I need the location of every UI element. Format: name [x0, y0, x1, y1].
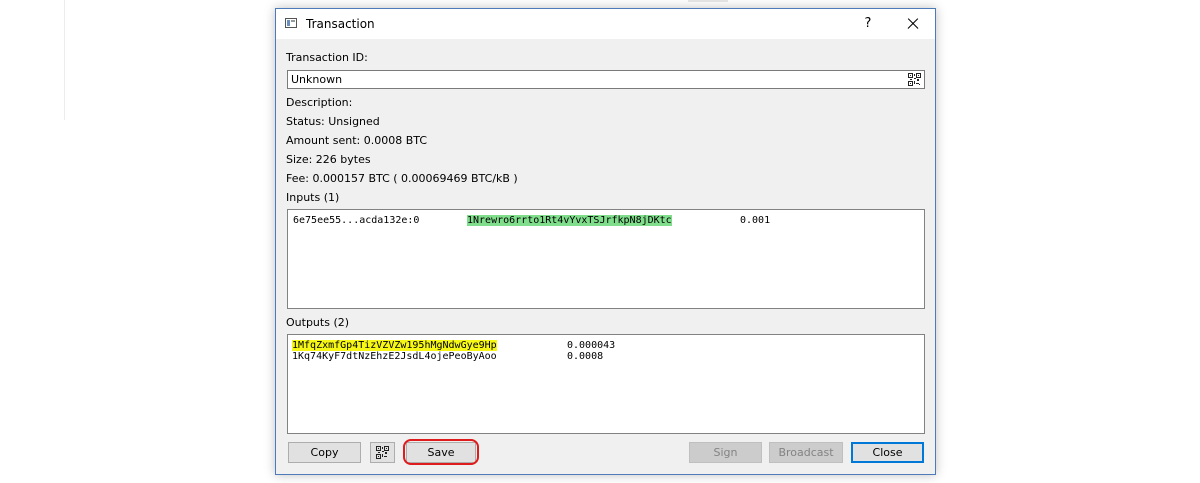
close-button[interactable]: Close	[851, 442, 924, 463]
fee-text: Fee: 0.000157 BTC ( 0.00069469 BTC/kB )	[286, 172, 518, 185]
title-bar[interactable]: Transaction ?	[276, 9, 935, 39]
status-text: Status: Unsigned	[286, 115, 380, 128]
copy-button[interactable]: Copy	[288, 442, 361, 463]
size-text: Size: 226 bytes	[286, 153, 371, 166]
sign-button[interactable]: Sign	[689, 442, 762, 463]
app-window-icon	[285, 18, 297, 28]
output-address: 1MfqZxmfGp4TizVZVZw195hMgNdwGye9Hp	[292, 340, 497, 351]
output-amount: 0.0008	[567, 351, 604, 362]
transaction-id-field[interactable]: Unknown	[287, 70, 925, 89]
output-amount: 0.000043	[567, 340, 616, 351]
background-divider	[64, 0, 65, 120]
inputs-list[interactable]: 6e75ee55...acda132e:0 1Nrewro6rrto1Rt4vY…	[287, 209, 925, 309]
input-amount: 0.001	[740, 215, 771, 226]
outputs-list[interactable]: 1MfqZxmfGp4TizVZVZw195hMgNdwGye9Hp 0.000…	[287, 334, 925, 434]
background-fragment	[688, 0, 728, 2]
show-qr-button[interactable]	[370, 442, 395, 463]
qr-code-icon[interactable]	[908, 73, 921, 86]
transaction-id-label: Transaction ID:	[286, 51, 368, 64]
output-address: 1Kq74KyF7dtNzEhzE2JsdL4ojePeoByAoo	[292, 351, 497, 362]
close-icon[interactable]	[900, 13, 926, 35]
input-address: 1Nrewro6rrto1Rt4vYvxTSJrfkpN8jDKtc	[467, 215, 672, 226]
input-prevout: 6e75ee55...acda132e:0	[293, 215, 420, 226]
qr-code-icon	[376, 446, 389, 459]
window-title: Transaction	[306, 17, 375, 31]
broadcast-button[interactable]: Broadcast	[769, 442, 843, 463]
description-text: Description:	[286, 96, 353, 109]
outputs-label: Outputs (2)	[286, 316, 350, 329]
save-button[interactable]: Save	[406, 442, 476, 463]
help-button[interactable]: ?	[856, 13, 880, 35]
transaction-dialog: Transaction ? Transaction ID: Unknown De…	[275, 8, 936, 475]
amount-sent-text: Amount sent: 0.0008 BTC	[286, 134, 427, 147]
transaction-id-value: Unknown	[291, 73, 343, 86]
inputs-label: Inputs (1)	[286, 191, 340, 204]
